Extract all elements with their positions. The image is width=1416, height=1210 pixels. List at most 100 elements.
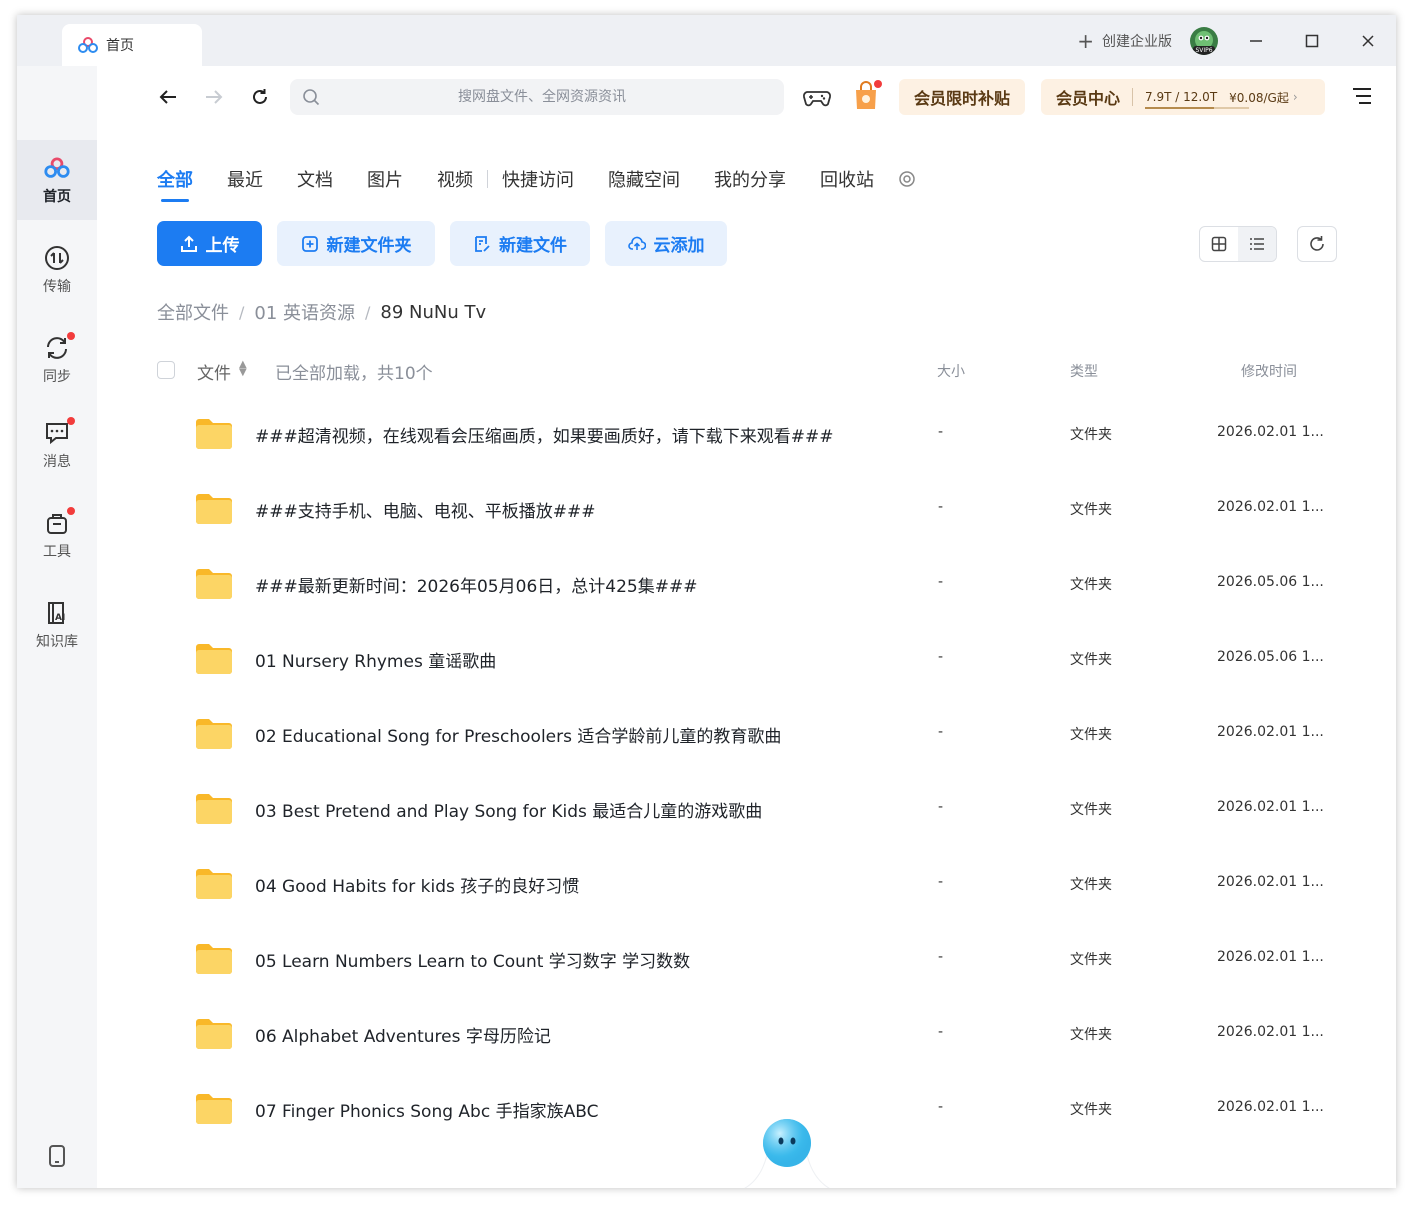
gift-bag-icon bbox=[856, 80, 882, 109]
sort-icon[interactable]: ▲ ▼ bbox=[239, 360, 247, 378]
new-file-button[interactable]: 新建文件 bbox=[450, 221, 590, 266]
sidebar-item-knowledge[interactable]: AI 知识库 bbox=[17, 585, 97, 665]
back-button[interactable] bbox=[145, 77, 191, 117]
tab-images[interactable]: 图片 bbox=[367, 166, 403, 192]
refresh-list-button[interactable] bbox=[1297, 226, 1337, 262]
tab-hidden-space[interactable]: 隐藏空间 bbox=[608, 166, 680, 192]
new-folder-button[interactable]: 新建文件夹 bbox=[277, 221, 435, 266]
new-file-icon bbox=[475, 235, 490, 252]
breadcrumb-item[interactable]: 01 英语资源 bbox=[254, 299, 355, 325]
file-row[interactable]: ###超清视频，在线观看会压缩画质，如果要画质好，请下载下来观看### - 文件夹 2… bbox=[157, 400, 1396, 475]
file-size: - bbox=[938, 724, 944, 740]
minimize-icon bbox=[1250, 39, 1262, 42]
minimize-button[interactable] bbox=[1228, 15, 1284, 66]
create-enterprise-button[interactable]: + 创建企业版 bbox=[1077, 31, 1172, 51]
file-row[interactable]: ###最新更新时间：2026年05月06日，总计425集### - 文件夹 2026.… bbox=[157, 550, 1396, 625]
sidebar-item-home[interactable]: 首页 bbox=[17, 140, 97, 220]
maximize-button[interactable] bbox=[1284, 15, 1340, 66]
tab-recent[interactable]: 最近 bbox=[227, 166, 263, 192]
breadcrumb-item[interactable]: 全部文件 bbox=[157, 299, 229, 325]
folder-icon bbox=[196, 1019, 232, 1049]
file-name[interactable]: 05 Learn Numbers Learn to Count 学习数字 学习数… bbox=[255, 947, 690, 972]
file-name[interactable]: ###最新更新时间：2026年05月06日，总计425集### bbox=[255, 572, 697, 597]
folder-icon bbox=[196, 419, 232, 449]
tab-videos[interactable]: 视频 bbox=[437, 166, 473, 192]
file-row[interactable]: 05 Learn Numbers Learn to Count 学习数字 学习数… bbox=[157, 925, 1396, 1000]
cloud-upload-icon bbox=[627, 236, 646, 250]
grid-icon bbox=[1211, 236, 1227, 252]
file-row[interactable]: 06 Alphabet Adventures 字母历险记 - 文件夹 2026.02.… bbox=[157, 1000, 1396, 1075]
tab-quick-access[interactable]: 快捷访问 bbox=[502, 166, 574, 192]
file-name[interactable]: ###支持手机、电脑、电视、平板播放### bbox=[255, 497, 595, 522]
gift-button[interactable] bbox=[852, 80, 882, 112]
sidebar-item-label: 同步 bbox=[43, 369, 71, 385]
file-name[interactable]: 06 Alphabet Adventures 字母历险记 bbox=[255, 1022, 551, 1047]
file-type: 文件夹 bbox=[1070, 502, 1112, 518]
notification-dot bbox=[67, 507, 75, 515]
vip-subsidy-button[interactable]: 会员限时补贴 bbox=[899, 79, 1025, 115]
file-modified-time: 2026.02.01 1... bbox=[1217, 949, 1324, 965]
search-box[interactable] bbox=[290, 79, 784, 115]
upload-button[interactable]: 上传 bbox=[157, 221, 262, 266]
vip-center-button[interactable]: 会员中心 7.9T / 12.0T ¥0.08/G起 › bbox=[1041, 79, 1325, 115]
file-name[interactable]: 02 Educational Song for Preschoolers 适合学… bbox=[255, 722, 781, 747]
grid-view-button[interactable] bbox=[1200, 227, 1238, 261]
knowledge-ai-icon: AI bbox=[43, 599, 71, 627]
reload-button[interactable] bbox=[237, 77, 283, 117]
tools-icon bbox=[43, 507, 75, 537]
sidebar-item-transfer[interactable]: 传输 bbox=[17, 230, 97, 310]
file-row[interactable]: ###支持手机、电脑、电视、平板播放### - 文件夹 2026.02.01 1... bbox=[157, 475, 1396, 550]
file-name[interactable]: ###超清视频，在线观看会压缩画质，如果要画质好，请下载下来观看### bbox=[255, 422, 833, 447]
file-row[interactable]: 01 Nursery Rhymes 童谣歌曲 - 文件夹 2026.05.06 1..… bbox=[157, 625, 1396, 700]
tab-all[interactable]: 全部 bbox=[157, 166, 193, 202]
file-name[interactable]: 07 Finger Phonics Song Abc 手指家族ABC bbox=[255, 1097, 598, 1122]
loaded-count-text: 已全部加载，共10个 bbox=[275, 364, 433, 384]
file-type: 文件夹 bbox=[1070, 1027, 1112, 1043]
sidebar-item-tools[interactable]: 工具 bbox=[17, 495, 97, 575]
upload-label: 上传 bbox=[205, 236, 240, 256]
category-tabs: 全部 最近 文档 图片 视频 快捷访问 隐藏空间 我的分享 回收站 bbox=[157, 166, 916, 202]
size-column-header[interactable]: 大小 bbox=[937, 361, 965, 381]
file-row[interactable]: 02 Educational Song for Preschoolers 适合学… bbox=[157, 700, 1396, 775]
tab-recycle-bin[interactable]: 回收站 bbox=[820, 166, 874, 192]
type-column-header[interactable]: 类型 bbox=[1070, 361, 1098, 381]
file-row[interactable]: 04 Good Habits for kids 孩子的良好习惯 - 文件夹 2026.… bbox=[157, 850, 1396, 925]
file-name[interactable]: 03 Best Pretend and Play Song for Kids 最… bbox=[255, 797, 762, 822]
sidebar-item-message[interactable]: 消息 bbox=[17, 405, 97, 485]
modified-time-column-header[interactable]: 修改时间 bbox=[1241, 361, 1297, 381]
file-type: 文件夹 bbox=[1070, 877, 1112, 893]
file-modified-time: 2026.02.01 1... bbox=[1217, 1024, 1324, 1040]
phone-icon[interactable] bbox=[47, 1144, 67, 1168]
close-button[interactable] bbox=[1340, 15, 1396, 66]
file-size: - bbox=[938, 649, 944, 665]
tab-settings-icon[interactable] bbox=[898, 170, 916, 188]
file-size: - bbox=[938, 1024, 944, 1040]
search-input[interactable] bbox=[320, 88, 764, 106]
cloud-add-button[interactable]: 云添加 bbox=[605, 221, 727, 266]
file-type: 文件夹 bbox=[1070, 652, 1112, 668]
file-name[interactable]: 04 Good Habits for kids 孩子的良好习惯 bbox=[255, 872, 579, 897]
menu-icon[interactable] bbox=[1350, 84, 1374, 108]
breadcrumb-separator: / bbox=[239, 302, 245, 322]
home-logo-icon bbox=[43, 154, 71, 182]
search-icon bbox=[303, 89, 320, 106]
maximize-icon bbox=[1305, 34, 1319, 47]
gamepad-icon[interactable] bbox=[802, 82, 832, 112]
tab-documents[interactable]: 文档 bbox=[297, 166, 333, 192]
list-view-button[interactable] bbox=[1238, 227, 1276, 261]
avatar[interactable]: SVIP6 bbox=[1190, 26, 1218, 55]
select-all-checkbox[interactable] bbox=[157, 361, 175, 379]
sidebar-item-sync[interactable]: 同步 bbox=[17, 320, 97, 400]
file-modified-time: 2026.05.06 1... bbox=[1217, 574, 1324, 590]
forward-button[interactable] bbox=[191, 77, 237, 117]
file-column-header[interactable]: 文件 bbox=[197, 359, 231, 384]
svip-badge: SVIP6 bbox=[1193, 45, 1215, 55]
file-size: - bbox=[938, 799, 944, 815]
tab-my-shares[interactable]: 我的分享 bbox=[714, 166, 786, 192]
ai-assistant-icon[interactable] bbox=[717, 1095, 857, 1188]
tab-home[interactable]: 首页 bbox=[62, 24, 202, 66]
file-row[interactable]: 03 Best Pretend and Play Song for Kids 最… bbox=[157, 775, 1396, 850]
file-type: 文件夹 bbox=[1070, 952, 1112, 968]
file-name[interactable]: 01 Nursery Rhymes 童谣歌曲 bbox=[255, 647, 496, 672]
storage-progress-bar bbox=[1145, 107, 1250, 109]
